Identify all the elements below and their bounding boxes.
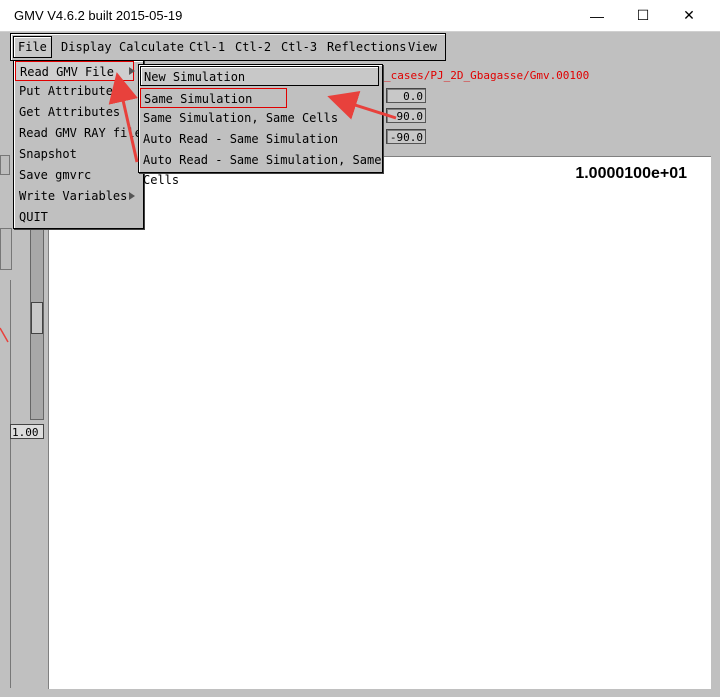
submenu-item-same-simulation[interactable]: Same Simulation [140, 88, 287, 108]
menu-item-write-variables[interactable]: Write Variables [19, 186, 127, 206]
file-path-label: _cases/PJ_2D_Gbagasse/Gmv.00100 [384, 69, 590, 82]
submenu-item-auto-read-same-simulation[interactable]: Auto Read - Same Simulation [143, 129, 338, 149]
title-bar: GMV V4.6.2 built 2015-05-19 — ☐ ✕ [0, 0, 720, 32]
submenu-item-new-simulation[interactable]: New Simulation [140, 66, 379, 86]
submenu-item-same-simulation-same-cells[interactable]: Same Simulation, Same Cells [143, 108, 338, 128]
menu-item-snapshot[interactable]: Snapshot [19, 144, 77, 164]
rotation-x-field[interactable]: 0.0 [386, 88, 426, 103]
side-panel-strip [0, 280, 11, 688]
menu-calculate[interactable]: Calculate [119, 34, 184, 60]
simulation-time: 1.0000100e+01 [575, 165, 687, 182]
chevron-right-icon [129, 67, 135, 75]
zoom-slider-thumb[interactable] [31, 302, 43, 334]
menu-reflections[interactable]: Reflections [327, 34, 406, 60]
chevron-right-icon [129, 192, 135, 200]
menu-file[interactable]: File [13, 36, 52, 58]
side-panel-tab[interactable] [0, 155, 10, 175]
side-panel-buttons[interactable] [0, 228, 12, 270]
menu-ctl-3[interactable]: Ctl-3 [281, 34, 317, 60]
menu-ctl-1[interactable]: Ctl-1 [189, 34, 225, 60]
menu-item-save-gmvrc[interactable]: Save gmvrc [19, 165, 91, 185]
zoom-slider-value[interactable]: 1.00 [10, 424, 44, 439]
file-menu-dropdown: Read GMV File Put Attributes Get Attribu… [13, 60, 144, 229]
maximize-icon: ☐ [636, 7, 650, 23]
minimize-button[interactable]: — [574, 0, 620, 31]
close-icon: ✕ [683, 7, 695, 23]
menu-ctl-2[interactable]: Ctl-2 [235, 34, 271, 60]
close-button[interactable]: ✕ [666, 0, 712, 31]
menu-view[interactable]: View [408, 34, 437, 60]
menu-item-quit[interactable]: QUIT [19, 207, 48, 227]
maximize-button[interactable]: ☐ [620, 0, 666, 31]
menu-item-read-gmv-ray-file[interactable]: Read GMV RAY file [19, 123, 142, 143]
read-gmv-submenu: New Simulation Same Simulation Same Simu… [138, 64, 383, 187]
menu-item-label: Read GMV File [20, 65, 114, 79]
menu-item-read-gmv-file[interactable]: Read GMV File [15, 61, 134, 81]
submenu-item-auto-read-same-simulation-same-cells[interactable]: Auto Read - Same Simulation, Same Cells [143, 150, 382, 187]
menu-bar: File Display Calculate Ctl-1 Ctl-2 Ctl-3… [10, 33, 446, 61]
menu-item-put-attributes[interactable]: Put Attributes [19, 81, 120, 101]
window-title: GMV V4.6.2 built 2015-05-19 [14, 8, 183, 23]
menu-display[interactable]: Display [61, 34, 112, 60]
rotation-y-field[interactable]: 90.0 [386, 108, 426, 123]
minimize-icon: — [590, 7, 604, 24]
menu-item-get-attributes[interactable]: Get Attributes [19, 102, 120, 122]
rotation-z-field[interactable]: -90.0 [386, 129, 426, 144]
render-canvas[interactable]: 1.0000100e+01 [48, 156, 711, 689]
